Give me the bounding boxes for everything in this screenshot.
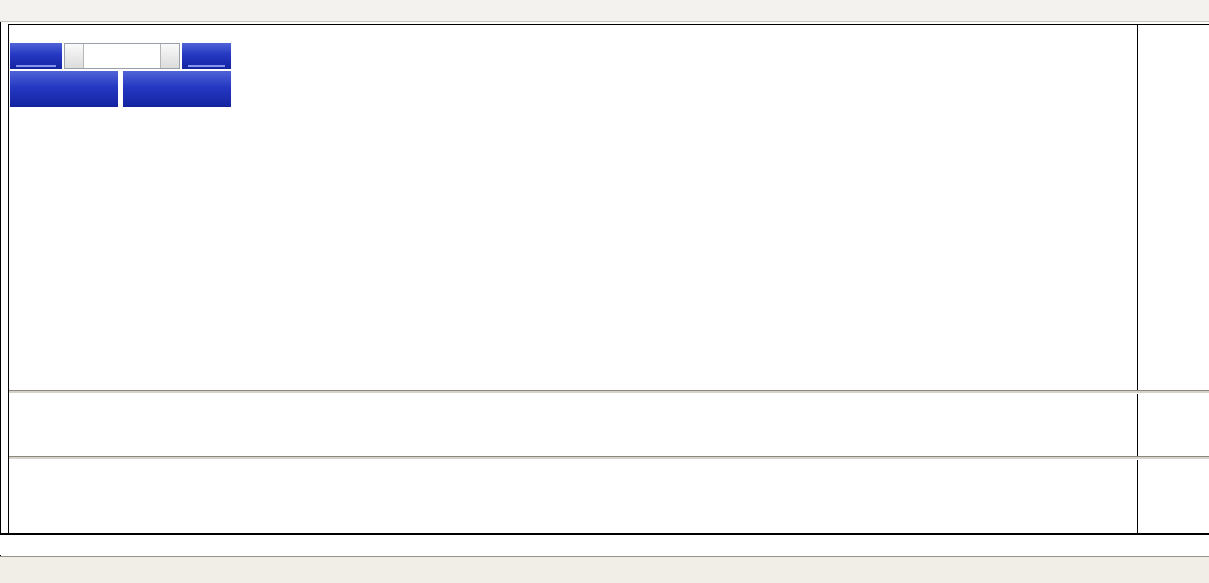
macd-rsi-divider xyxy=(9,456,1209,460)
volume-input[interactable] xyxy=(83,44,161,68)
date-axis xyxy=(0,535,1209,555)
one-click-trade-panel xyxy=(10,43,231,107)
symbol-tab-bar xyxy=(0,556,1209,583)
window-left-edge xyxy=(0,0,1,583)
sell-button[interactable] xyxy=(10,43,62,69)
volume-stepper xyxy=(64,43,180,69)
volume-decrease-button[interactable] xyxy=(65,44,83,68)
volume-increase-button[interactable] xyxy=(161,44,179,68)
timeframe-toolbar xyxy=(0,0,1209,22)
main-macd-divider xyxy=(9,390,1209,394)
frame-top-border xyxy=(8,24,1209,25)
buy-price-quote[interactable] xyxy=(123,71,231,107)
sell-price-quote[interactable] xyxy=(10,71,118,107)
buy-button[interactable] xyxy=(182,43,231,69)
